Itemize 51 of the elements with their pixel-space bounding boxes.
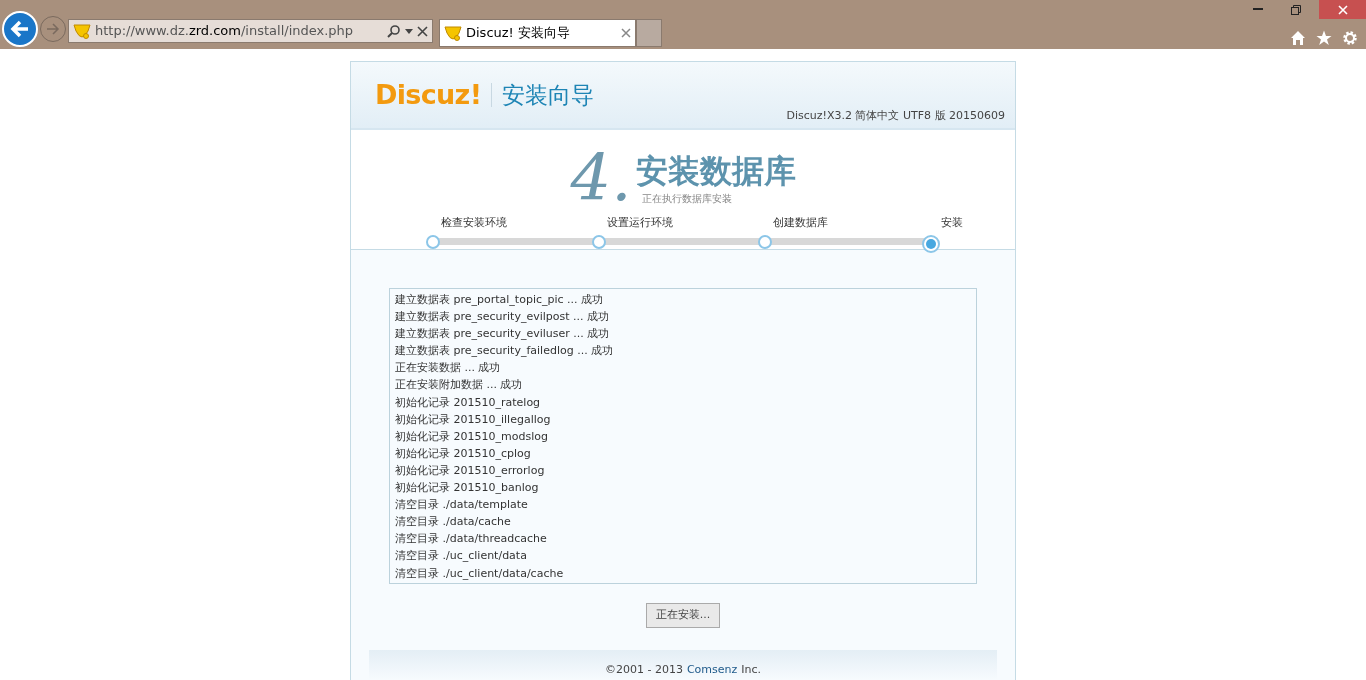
restore-icon[interactable] [1291, 4, 1301, 15]
log-line: 建立数据表 pre_security_evilpost ... 成功 [395, 309, 611, 326]
discuz-logo: Discuz! [375, 77, 482, 112]
log-line: 清空目录 ./data/cache [395, 514, 512, 531]
back-button[interactable] [2, 11, 38, 47]
log-line: 建立数据表 pre_security_failedlog ... 成功 [395, 343, 615, 360]
settings-icon[interactable] [1342, 30, 1358, 46]
arrow-left-icon [10, 20, 30, 38]
copyright-text: ©2001 - 2013 [604, 661, 683, 678]
minimize-icon[interactable] [1253, 8, 1263, 11]
log-line: 建立数据表 pre_portal_topic_pic ... 成功 [395, 292, 605, 308]
star-icon[interactable] [1316, 30, 1332, 46]
step-subtitle: 正在执行数据库安装 [640, 192, 733, 206]
close-icon [1337, 4, 1348, 15]
new-tab-button[interactable] [636, 19, 662, 47]
search-icon[interactable] [387, 24, 401, 38]
close-icon[interactable] [621, 28, 631, 38]
tab-title: Discuz! 安装向导 [466, 24, 571, 43]
log-line: 初始化记录 201510_modslog [395, 428, 549, 445]
comsenz-link[interactable]: Comsenz [686, 661, 738, 678]
address-field[interactable]: http://www.dz.zrd.com/install/index.php [68, 19, 433, 43]
step-label: 安装 [941, 215, 963, 231]
address-text: http://www.dz.zrd.com/install/index.php [95, 22, 355, 41]
log-line: 正在安装附加数据 ... 成功 [395, 377, 524, 394]
log-line: 正在安装数据 ... 成功 [395, 360, 502, 377]
log-line: 初始化记录 201510_cplog [395, 445, 532, 462]
log-line: 初始化记录 201510_illegallog [395, 411, 552, 428]
browser-tab[interactable]: Discuz! 安装向导 [439, 19, 636, 47]
step-label: 检查安装环境 [441, 215, 507, 231]
arrow-right-icon [46, 23, 60, 35]
site-icon [444, 25, 462, 41]
log-line: 初始化记录 201510_errorlog [395, 462, 546, 479]
log-line: 建立数据表 pre_security_eviluser ... 成功 [395, 326, 611, 343]
step-label: 设置运行环境 [607, 215, 673, 231]
close-window-button[interactable] [1319, 0, 1366, 19]
step-title: 安装数据库 [635, 151, 796, 191]
log-line: 清空目录 ./uc_client/data [395, 548, 528, 565]
close-icon[interactable] [417, 25, 428, 37]
log-line: 初始化记录 201510_ratelog [395, 394, 542, 411]
log-line: 清空目录 ./uc_client/data/cache [395, 565, 565, 582]
step-label: 创建数据库 [773, 215, 828, 231]
version-text: Discuz!X3.2 简体中文 UTF8 版 20150609 [786, 107, 1005, 124]
step-number: 4. [570, 146, 632, 210]
log-line: 清空目录 ./data/threadcache [395, 531, 548, 548]
home-icon[interactable] [1290, 30, 1306, 46]
copyright-suffix: Inc. [741, 661, 762, 678]
log-line: 清空目录 ./data/template [395, 497, 529, 514]
site-icon [73, 23, 91, 39]
log-line: 初始化记录 201510_banlog [395, 480, 540, 497]
header-title: 安装向导 [502, 80, 595, 110]
dropdown-icon[interactable] [405, 28, 413, 34]
